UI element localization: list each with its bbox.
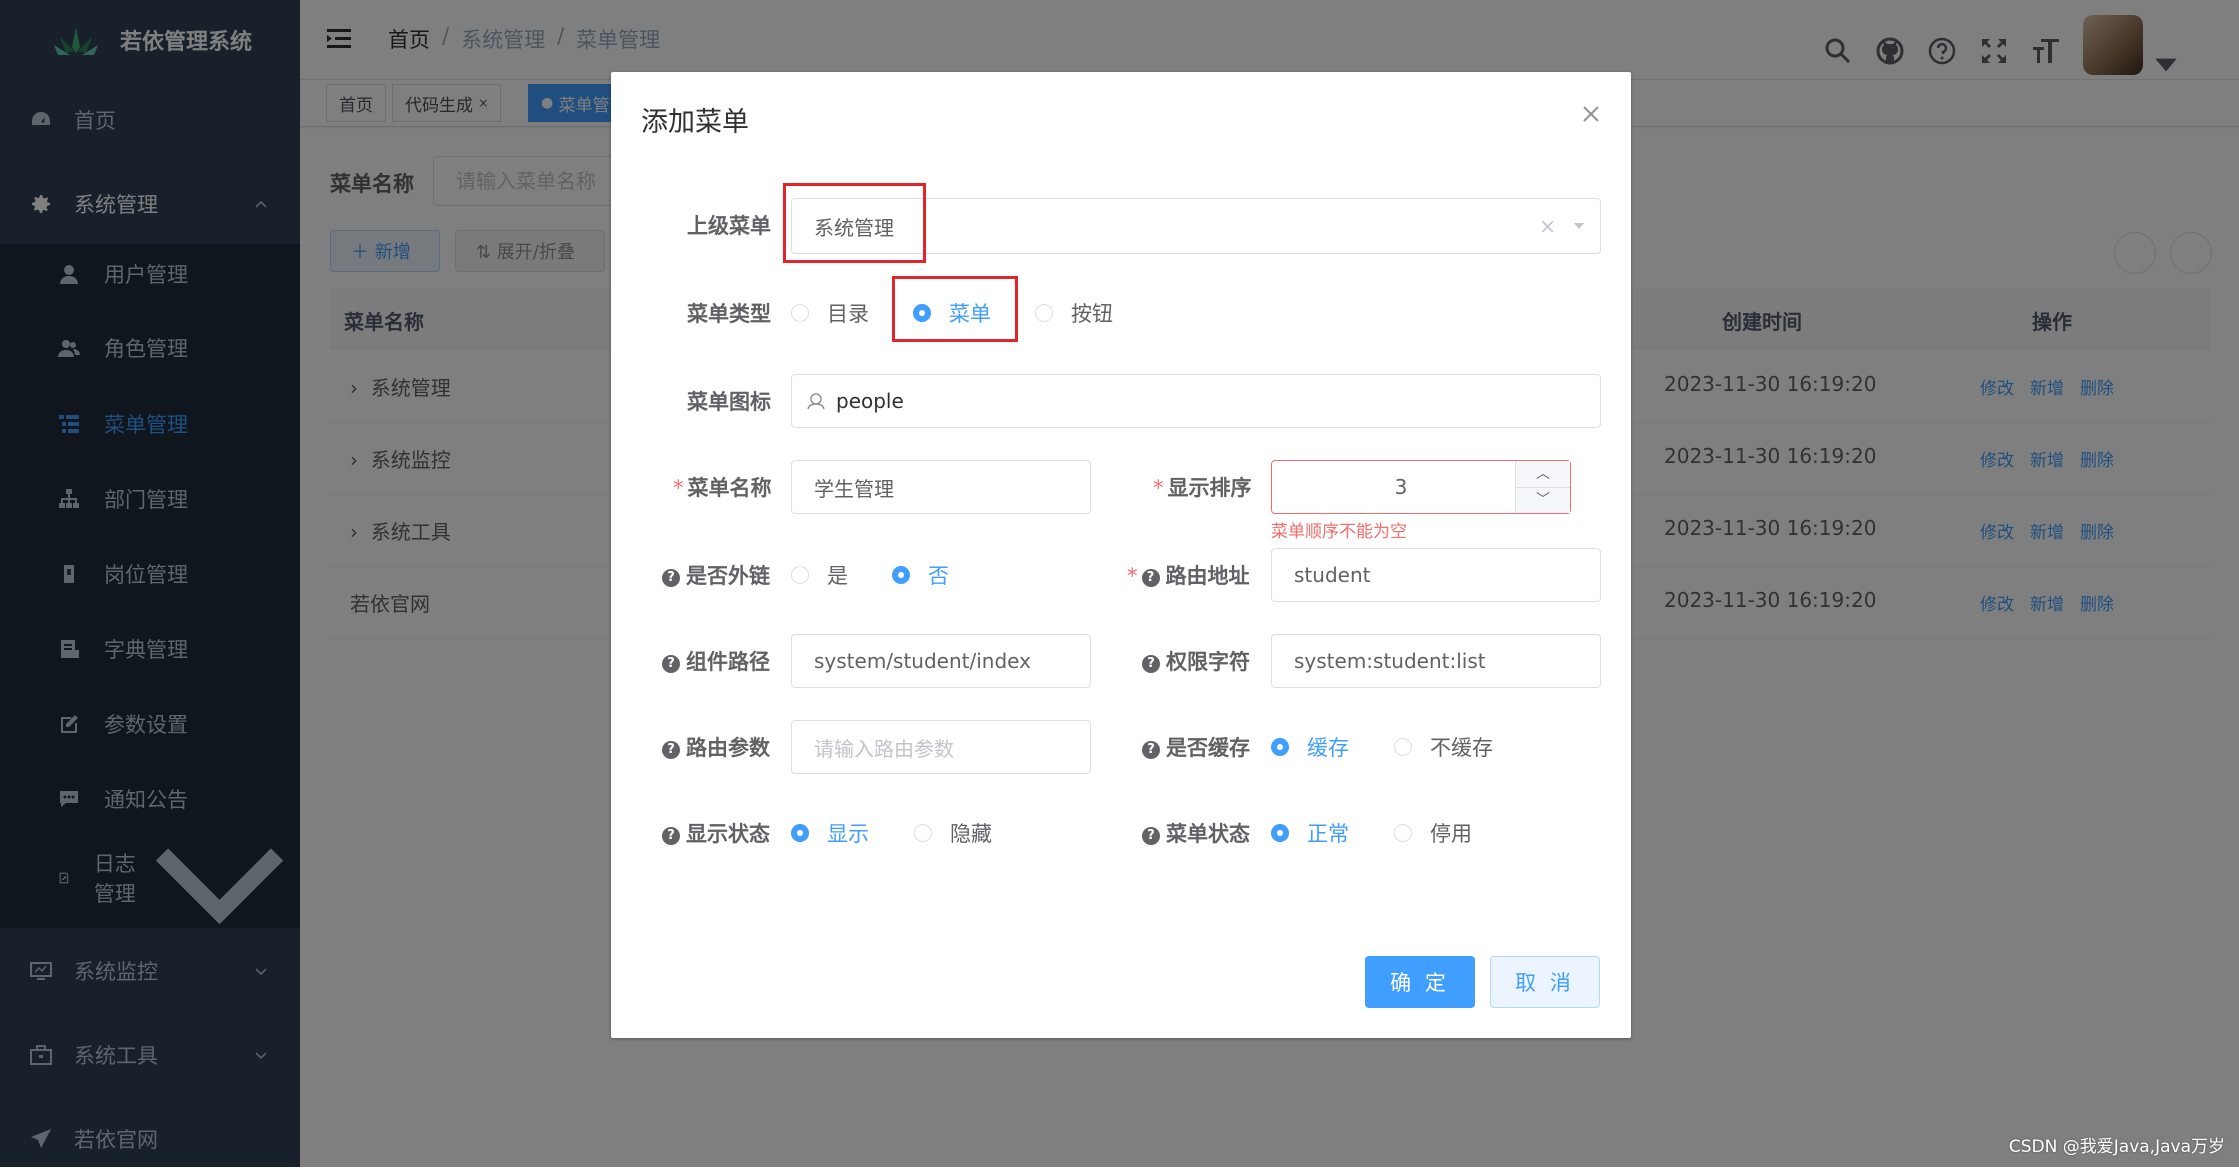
route-label: *? 路由地址: [1127, 560, 1250, 590]
order-value: 3: [1394, 475, 1408, 499]
radio-cache[interactable]: 缓存: [1271, 732, 1349, 762]
order-stepper[interactable]: ︿ ﹀: [1515, 461, 1570, 513]
route-params-input[interactable]: 请输入路由参数: [791, 720, 1091, 774]
cache-label: ? 是否缓存: [1142, 732, 1250, 762]
menu-type-label: 菜单类型: [687, 302, 771, 326]
radio-no-cache[interactable]: 不缓存: [1394, 732, 1493, 762]
route-params-label: ? 路由参数: [662, 732, 770, 762]
radio-status-normal[interactable]: 正常: [1271, 818, 1349, 848]
increase-icon[interactable]: ︿: [1516, 461, 1570, 488]
radio-label: 显示: [827, 822, 869, 846]
label-text: 显示状态: [686, 822, 770, 846]
radio-dot: [1271, 824, 1289, 842]
label-text: 权限字符: [1166, 650, 1250, 674]
radio-dot: [892, 566, 910, 584]
radio-dot: [1394, 738, 1412, 756]
radio-dot: [1035, 304, 1053, 322]
required-mark: *: [1127, 564, 1138, 588]
add-menu-dialog: 添加菜单 上级菜单 系统管理 × 菜单类型 目录 菜单 按钮 菜单图标 peop…: [611, 72, 1631, 1038]
caret-down-icon: [1574, 223, 1584, 229]
radio-external-yes[interactable]: 是: [791, 560, 848, 590]
visible-label: ? 显示状态: [662, 818, 770, 848]
radio-label: 按钮: [1071, 302, 1113, 326]
label-text: 是否缓存: [1166, 736, 1250, 760]
radio-directory[interactable]: 目录: [791, 298, 869, 328]
radio-label: 不缓存: [1430, 736, 1493, 760]
question-icon[interactable]: ?: [1142, 655, 1160, 673]
watermark: CSDN @我爱Java,Java万岁: [2008, 1137, 2225, 1157]
external-label: ? 是否外链: [662, 560, 770, 590]
label-text: 菜单状态: [1166, 822, 1250, 846]
menu-icon-input[interactable]: people: [791, 374, 1601, 428]
radio-external-no[interactable]: 否: [892, 560, 949, 590]
perms-label: ? 权限字符: [1142, 646, 1250, 676]
label-text: 是否外链: [686, 564, 770, 588]
radio-status-disabled[interactable]: 停用: [1394, 818, 1472, 848]
radio-label: 缓存: [1307, 736, 1349, 760]
radio-dot: [791, 824, 809, 842]
radio-dot: [1394, 824, 1412, 842]
radio-dot: [791, 566, 809, 584]
required-mark: *: [1153, 476, 1164, 500]
radio-label: 停用: [1430, 822, 1472, 846]
component-input[interactable]: system/student/index: [791, 634, 1091, 688]
question-icon[interactable]: ?: [662, 827, 680, 845]
question-icon[interactable]: ?: [662, 741, 680, 759]
question-icon[interactable]: ?: [662, 569, 680, 587]
highlight-box: [783, 183, 926, 263]
menu-name-label: * 菜单名称: [673, 472, 772, 502]
menu-icon-value: people: [836, 389, 904, 413]
menu-name-input[interactable]: 学生管理: [791, 460, 1091, 514]
confirm-button[interactable]: 确 定: [1365, 956, 1475, 1008]
question-icon[interactable]: ?: [1141, 569, 1160, 587]
radio-label: 否: [928, 564, 949, 588]
label-text: 组件路径: [686, 650, 770, 674]
cancel-button[interactable]: 取 消: [1490, 956, 1600, 1008]
radio-label: 目录: [827, 302, 869, 326]
radio-label: 是: [827, 564, 848, 588]
menu-icon-label: 菜单图标: [687, 390, 771, 414]
radio-visible-hide[interactable]: 隐藏: [914, 818, 992, 848]
label-text: 显示排序: [1167, 476, 1252, 500]
order-error-message: 菜单顺序不能为空: [1271, 522, 1407, 542]
dialog-title: 添加菜单: [641, 107, 749, 138]
radio-dot: [914, 824, 932, 842]
radio-dot: [1271, 738, 1289, 756]
radio-dot: [791, 304, 809, 322]
status-label: ? 菜单状态: [1142, 818, 1250, 848]
radio-label: 隐藏: [950, 822, 992, 846]
label-text: 菜单名称: [687, 476, 772, 500]
parent-menu-label: 上级菜单: [687, 214, 771, 238]
order-input[interactable]: 3 ︿ ﹀: [1271, 460, 1571, 514]
radio-button[interactable]: 按钮: [1035, 298, 1113, 328]
route-input[interactable]: student: [1271, 548, 1601, 602]
component-label: ? 组件路径: [662, 646, 770, 676]
highlight-box: [892, 276, 1018, 342]
decrease-icon[interactable]: ﹀: [1516, 488, 1570, 513]
question-icon[interactable]: ?: [662, 655, 680, 673]
clear-icon[interactable]: ×: [1539, 214, 1556, 238]
order-label: * 显示排序: [1153, 472, 1252, 502]
question-icon[interactable]: ?: [1142, 827, 1160, 845]
question-icon[interactable]: ?: [1142, 741, 1160, 759]
label-text: 路由参数: [686, 736, 770, 760]
perms-input[interactable]: system:student:list: [1271, 634, 1601, 688]
radio-visible-show[interactable]: 显示: [791, 818, 869, 848]
required-mark: *: [673, 476, 684, 500]
radio-label: 正常: [1307, 822, 1349, 846]
peoples-icon: [807, 393, 825, 410]
close-icon[interactable]: [1581, 104, 1601, 124]
label-text: 路由地址: [1165, 564, 1250, 588]
